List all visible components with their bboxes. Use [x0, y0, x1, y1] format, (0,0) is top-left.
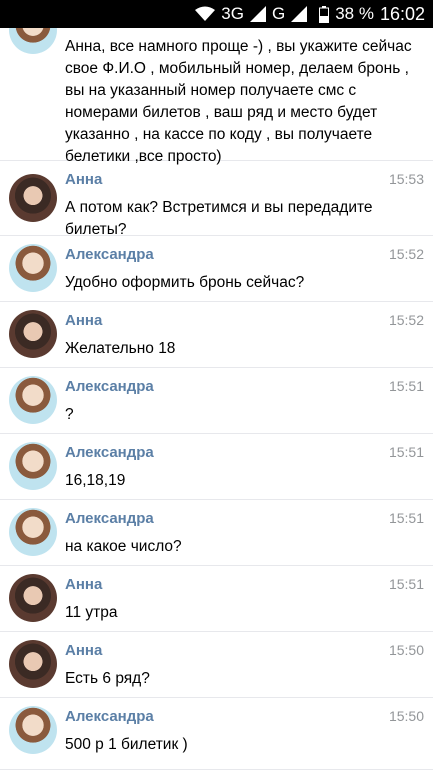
message-item[interactable]: Александра 15:51 16,18,19	[0, 434, 433, 500]
avatar[interactable]	[9, 574, 57, 622]
message-text: А потом как? Встретимся и вы передадите …	[65, 199, 373, 238]
message-text: Удобно оформить бронь сейчас?	[65, 274, 305, 291]
avatar[interactable]	[9, 174, 57, 222]
message-text: на какое число?	[65, 538, 182, 555]
message-time: 15:50	[388, 708, 424, 724]
message-text: Анна, все намного проще -) , вы укажите …	[65, 38, 412, 165]
message-item[interactable]: Александра 15:51 на какое число?	[0, 500, 433, 566]
network-type: 3G	[221, 4, 244, 23]
message-item[interactable]: Александра 15:50 500 р 1 билетик )	[0, 698, 433, 770]
message-time: 15:52	[388, 246, 424, 262]
message-item[interactable]: Александра 15:51 ?	[0, 368, 433, 434]
message-text: Есть 6 ряд?	[65, 670, 150, 687]
message-time: 15:53	[388, 171, 424, 187]
message-author[interactable]: Александра	[65, 378, 154, 395]
message-text: 500 р 1 билетик )	[65, 736, 188, 753]
avatar[interactable]	[9, 442, 57, 490]
network-type-secondary: G	[271, 4, 286, 23]
battery-percent: 38 %	[335, 4, 374, 23]
avatar[interactable]	[9, 508, 57, 556]
avatar[interactable]	[9, 28, 57, 54]
signal-icon	[291, 6, 308, 22]
message-text: 16,18,19	[65, 472, 126, 489]
message-author[interactable]: Александра	[65, 246, 154, 263]
avatar[interactable]	[9, 706, 57, 754]
message-time: 15:51	[388, 444, 424, 460]
avatar[interactable]	[9, 376, 57, 424]
status-bar: 3G G 38 % 16:02	[0, 0, 433, 28]
message-author[interactable]: Александра	[65, 510, 154, 527]
message-text: ?	[65, 406, 74, 423]
message-author[interactable]: Анна	[65, 576, 102, 593]
avatar[interactable]	[9, 244, 57, 292]
signal-icon	[249, 6, 266, 22]
message-item[interactable]: Анна 15:51 11 утра	[0, 566, 433, 632]
message-item[interactable]: Анна 15:53 А потом как? Встретимся и вы …	[0, 161, 433, 238]
message-item[interactable]: Александра 15:52 Удобно оформить бронь с…	[0, 236, 433, 302]
message-feed[interactable]: Анна, все намного проще -) , вы укажите …	[0, 28, 433, 770]
wifi-icon	[195, 6, 216, 22]
message-text: Желательно 18	[65, 340, 176, 357]
message-item[interactable]: Анна, все намного проще -) , вы укажите …	[0, 28, 433, 165]
message-author[interactable]: Александра	[65, 708, 154, 725]
message-time: 15:51	[388, 510, 424, 526]
message-author[interactable]: Анна	[65, 171, 102, 188]
message-author[interactable]: Анна	[65, 312, 102, 329]
avatar[interactable]	[9, 310, 57, 358]
message-author[interactable]: Анна	[65, 642, 102, 659]
battery-icon	[319, 5, 330, 23]
message-time: 15:51	[388, 378, 424, 394]
message-author[interactable]: Александра	[65, 444, 154, 461]
message-time: 15:50	[388, 642, 424, 658]
message-time: 15:51	[388, 576, 424, 592]
message-text: 11 утра	[65, 604, 118, 621]
clock: 16:02	[379, 3, 425, 24]
message-time: 15:52	[388, 312, 424, 328]
message-item[interactable]: Анна 15:50 Есть 6 ряд?	[0, 632, 433, 698]
message-item[interactable]: Анна 15:52 Желательно 18	[0, 302, 433, 368]
avatar[interactable]	[9, 640, 57, 688]
